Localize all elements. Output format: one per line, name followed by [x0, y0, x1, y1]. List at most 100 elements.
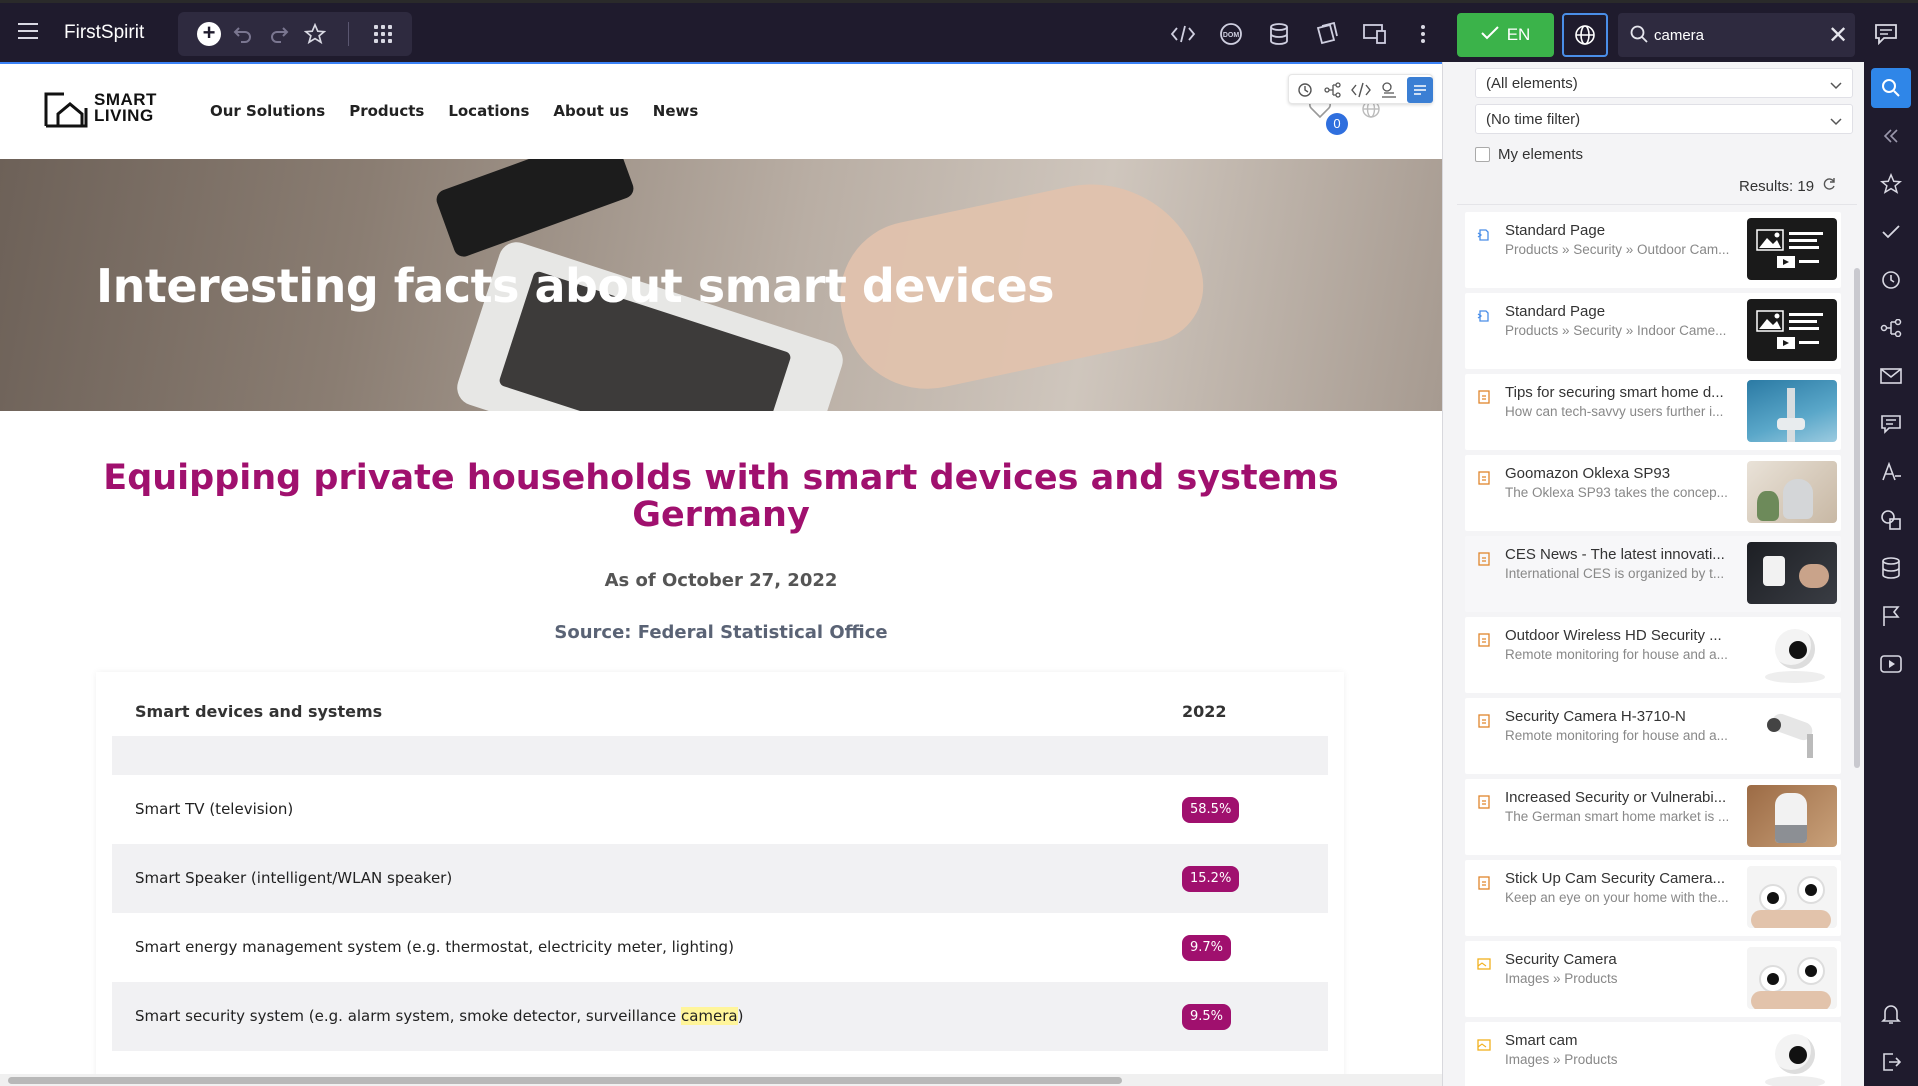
source-line: Source: Federal Statistical Office: [554, 622, 888, 643]
search-result-item[interactable]: Security Camera H-3710-N Remote monitorin…: [1465, 698, 1841, 774]
more-options-icon[interactable]: [1408, 19, 1438, 49]
search-panel-toggle-icon[interactable]: [1407, 77, 1433, 103]
language-button[interactable]: EN: [1457, 13, 1554, 57]
divider: [1457, 204, 1857, 205]
notifications-bell-icon[interactable]: [1879, 1002, 1903, 1026]
dom-icon[interactable]: DOM: [1216, 19, 1246, 49]
code-icon[interactable]: [1351, 80, 1371, 100]
nav-about-us[interactable]: About us: [553, 102, 628, 120]
result-subtitle: Images » Products: [1505, 971, 1618, 986]
video-play-icon[interactable]: [1879, 652, 1903, 676]
mail-icon[interactable]: [1879, 364, 1903, 388]
history-icon[interactable]: [1295, 80, 1315, 100]
results-label: Results: 19: [1739, 177, 1815, 195]
row-value-badge: 15.2%: [1182, 866, 1240, 892]
scrollbar-thumb[interactable]: [8, 1077, 1122, 1084]
result-subtitle: International CES is organized by t...: [1505, 566, 1725, 581]
row-label: Smart energy management system (e.g. the…: [135, 938, 734, 956]
comments-icon[interactable]: [1874, 23, 1898, 50]
result-title: Increased Security or Vulnerabi...: [1505, 789, 1727, 806]
redo-icon[interactable]: [264, 19, 294, 49]
action-group: +: [178, 12, 412, 56]
structure-icon[interactable]: [1879, 316, 1903, 340]
nav-locations[interactable]: Locations: [448, 102, 529, 120]
result-thumbnail: [1747, 380, 1837, 442]
undo-icon[interactable]: [228, 19, 258, 49]
logout-icon[interactable]: [1879, 1050, 1903, 1074]
site-header: SMART LIVING Our Solutions Products Loca…: [0, 64, 1442, 159]
as-of-date: As of October 27, 2022: [604, 570, 838, 591]
filter-value: (No time filter): [1486, 111, 1581, 128]
search-result-item[interactable]: Stick Up Cam Security Camera... Keep an e…: [1465, 860, 1841, 936]
search-icon[interactable]: [1871, 68, 1911, 108]
search-result-item[interactable]: Increased Security or Vulnerabi... The Ge…: [1465, 779, 1841, 855]
result-title: Standard Page: [1505, 303, 1606, 320]
globe-button[interactable]: [1562, 13, 1608, 57]
house-logo-icon: [44, 92, 88, 128]
filter-value: (All elements): [1486, 75, 1578, 92]
scrollbar-thumb[interactable]: [1854, 268, 1860, 768]
page-type-icon: [1475, 307, 1493, 325]
page-type-icon: [1475, 226, 1493, 244]
nav-our-solutions[interactable]: Our Solutions: [210, 102, 325, 120]
horizontal-scrollbar[interactable]: [0, 1074, 1442, 1086]
site-logo[interactable]: SMART LIVING: [44, 86, 174, 130]
my-elements-label: My elements: [1498, 146, 1584, 163]
search-result-item[interactable]: Standard Page Products » Security » Indoo…: [1465, 293, 1841, 369]
row-label: Smart Speaker (intelligent/WLAN speaker): [135, 869, 453, 887]
row-value-badge: 58.5%: [1182, 797, 1240, 823]
content-title: Equipping private households with smart …: [103, 458, 1339, 535]
dataset-type-icon: [1475, 793, 1493, 811]
star-icon[interactable]: [300, 19, 330, 49]
add-icon[interactable]: +: [194, 19, 224, 49]
result-subtitle: Products » Security » Outdoor Cam...: [1505, 242, 1730, 257]
result-thumbnail: [1747, 1028, 1837, 1086]
source-code-icon[interactable]: [1168, 19, 1198, 49]
search-result-item[interactable]: CES News - The latest innovati... Interna…: [1465, 536, 1841, 612]
hamburger-menu-icon[interactable]: [18, 23, 38, 39]
cart-count-badge: 0: [1326, 113, 1348, 135]
search-result-item[interactable]: Goomazon Oklexa SP93 The Oklexa SP93 take…: [1465, 455, 1841, 531]
element-type-filter[interactable]: (All elements): [1475, 68, 1853, 98]
tasks-check-icon[interactable]: [1879, 220, 1903, 244]
result-title: Outdoor Wireless HD Security ...: [1505, 627, 1722, 644]
shapes-icon[interactable]: [1879, 508, 1903, 532]
apps-grid-icon[interactable]: [368, 19, 398, 49]
search-result-item[interactable]: Security Camera Images » Products: [1465, 941, 1841, 1017]
result-thumbnail: [1747, 866, 1837, 928]
messages-icon[interactable]: [1879, 412, 1903, 436]
flag-icon[interactable]: [1879, 604, 1903, 628]
structure-icon[interactable]: [1323, 80, 1343, 100]
result-title: Smart cam: [1505, 1032, 1578, 1049]
history-icon[interactable]: [1879, 268, 1903, 292]
edit-workflow-icon[interactable]: [1379, 80, 1399, 100]
collapse-icon[interactable]: [1879, 124, 1903, 148]
result-title: Security Camera H-3710-N: [1505, 708, 1686, 725]
search-input[interactable]: [1654, 23, 1814, 47]
search-result-item[interactable]: Outdoor Wireless HD Security ... Remote m…: [1465, 617, 1841, 693]
favorites-icon[interactable]: [1879, 172, 1903, 196]
result-title: Goomazon Oklexa SP93: [1505, 465, 1671, 482]
search-result-item[interactable]: Smart cam Images » Products: [1465, 1022, 1841, 1086]
time-filter[interactable]: (No time filter): [1475, 104, 1853, 134]
pages-icon[interactable]: [1312, 19, 1342, 49]
my-elements-toggle[interactable]: My elements: [1475, 146, 1583, 163]
table-row: Smart TV (television) 58.5%: [112, 775, 1328, 844]
nav-products[interactable]: Products: [349, 102, 424, 120]
result-title: Tips for securing smart home d...: [1505, 384, 1724, 401]
table-header: Smart devices and systems 2022: [112, 686, 1328, 736]
refresh-icon[interactable]: [1822, 177, 1836, 195]
search-result-item[interactable]: Tips for securing smart home d... How can…: [1465, 374, 1841, 450]
result-title: Security Camera: [1505, 951, 1617, 968]
search-result-item[interactable]: Standard Page Products » Security » Outdo…: [1465, 212, 1841, 288]
vertical-scrollbar[interactable]: [1853, 208, 1861, 1086]
result-thumbnail: [1747, 542, 1837, 604]
translate-icon[interactable]: [1879, 460, 1903, 484]
database-icon[interactable]: [1264, 19, 1294, 49]
search-field[interactable]: ✕: [1618, 13, 1855, 57]
my-elements-checkbox[interactable]: [1475, 147, 1490, 162]
responsive-devices-icon[interactable]: [1360, 19, 1390, 49]
clear-search-icon[interactable]: ✕: [1826, 21, 1850, 50]
database-icon[interactable]: [1879, 556, 1903, 580]
nav-news[interactable]: News: [653, 102, 699, 120]
